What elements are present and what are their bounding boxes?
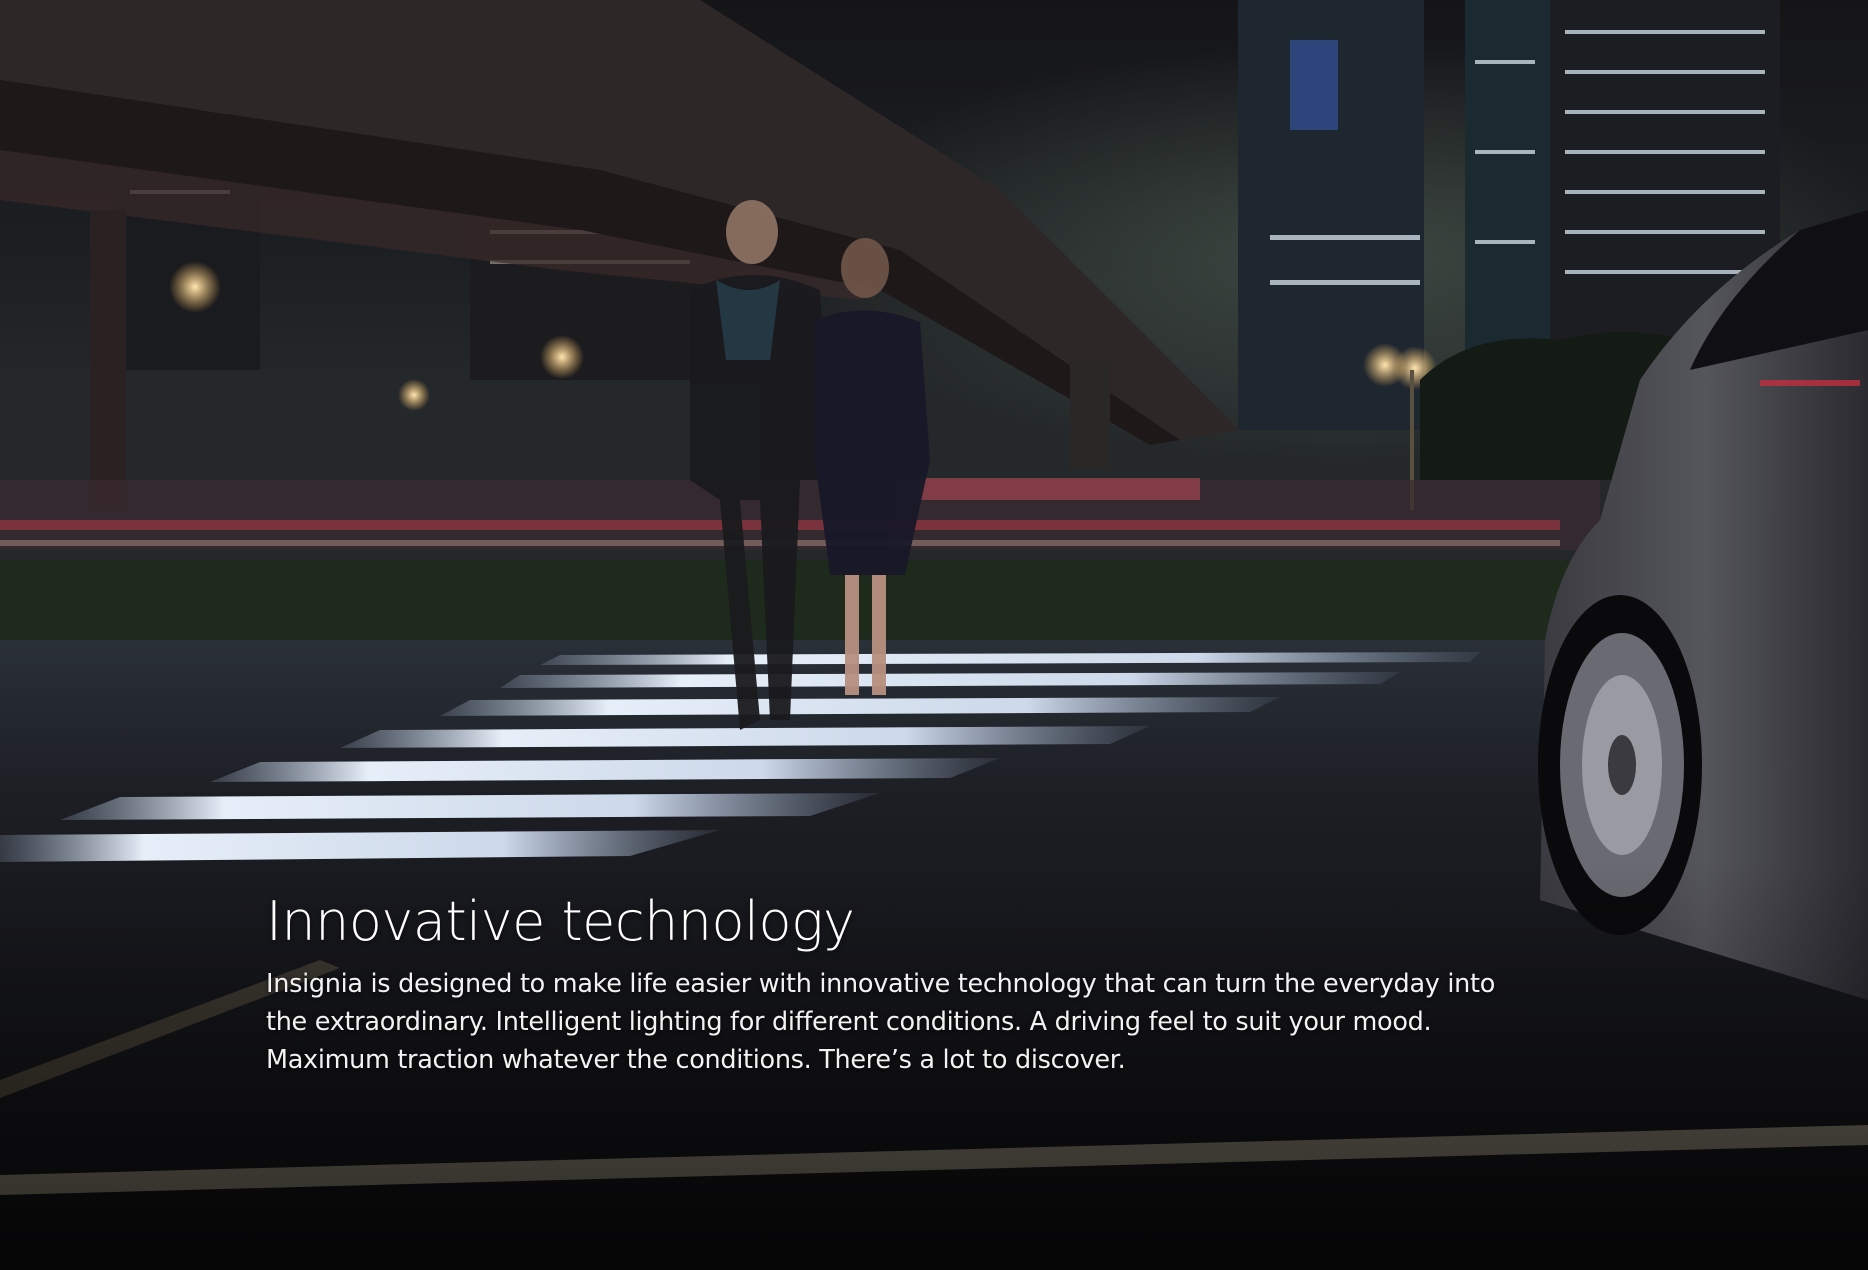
page-headline: Innovative technology (266, 890, 855, 953)
body-paragraph: Insignia is designed to make life easier… (266, 969, 1496, 1076)
text-block: Innovative technology Insignia is design… (266, 892, 1556, 1079)
night-city-crosswalk-photo (0, 0, 1868, 1270)
